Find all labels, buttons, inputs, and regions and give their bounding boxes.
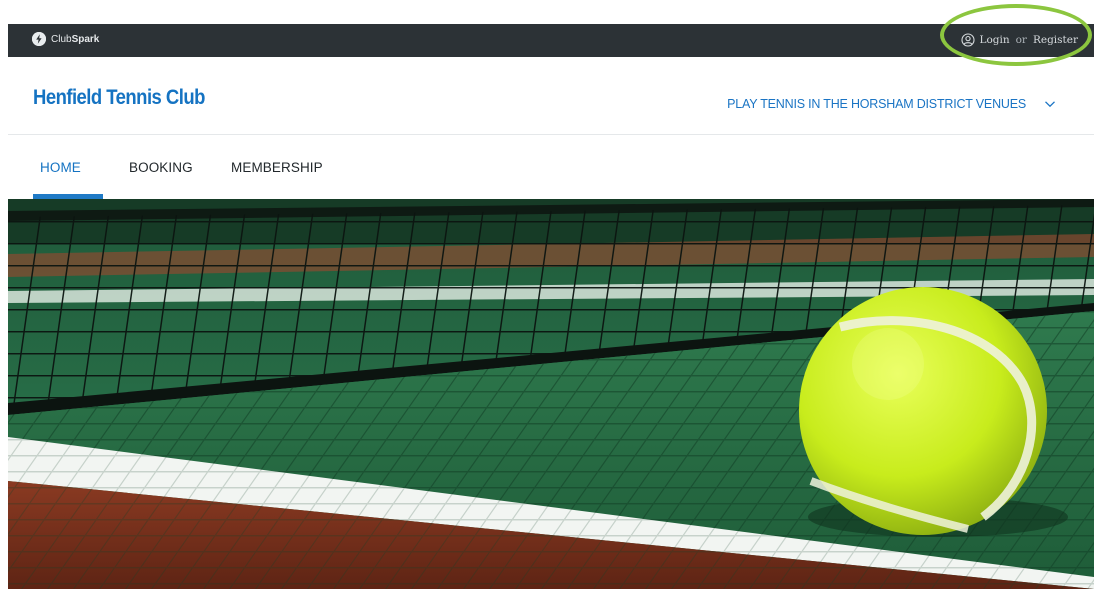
tab-booking[interactable]: BOOKING xyxy=(129,160,193,175)
page: ClubSpark Login or Register Henfield Ten… xyxy=(0,0,1094,589)
auth-separator: or xyxy=(1015,34,1027,46)
club-header: Henfield Tennis Club PLAY TENNIS IN THE … xyxy=(8,57,1094,135)
venues-dropdown[interactable]: PLAY TENNIS IN THE HORSHAM DISTRICT VENU… xyxy=(727,97,1056,111)
brand-name: ClubSpark xyxy=(51,34,99,45)
hero-image xyxy=(8,199,1094,589)
top-bar: ClubSpark Login or Register xyxy=(8,24,1094,57)
brand-name-bold: Spark xyxy=(71,33,100,45)
venues-label: PLAY TENNIS IN THE HORSHAM DISTRICT VENU… xyxy=(727,97,1026,111)
auth-links: Login or Register xyxy=(961,33,1078,47)
brand-name-light: Club xyxy=(51,33,72,45)
club-name[interactable]: Henfield Tennis Club xyxy=(33,86,205,110)
user-circle-icon[interactable] xyxy=(961,33,976,47)
tennis-ball-court-image xyxy=(8,199,1094,589)
main-nav: HOME BOOKING MEMBERSHIP xyxy=(8,135,1094,199)
tab-home[interactable]: HOME xyxy=(40,160,81,175)
tab-membership[interactable]: MEMBERSHIP xyxy=(231,160,323,175)
clubspark-brand[interactable]: ClubSpark xyxy=(32,32,99,46)
register-link[interactable]: Register xyxy=(1033,34,1078,46)
chevron-down-icon xyxy=(1044,98,1056,110)
lightning-bolt-icon xyxy=(32,32,46,46)
login-link[interactable]: Login xyxy=(979,34,1009,46)
